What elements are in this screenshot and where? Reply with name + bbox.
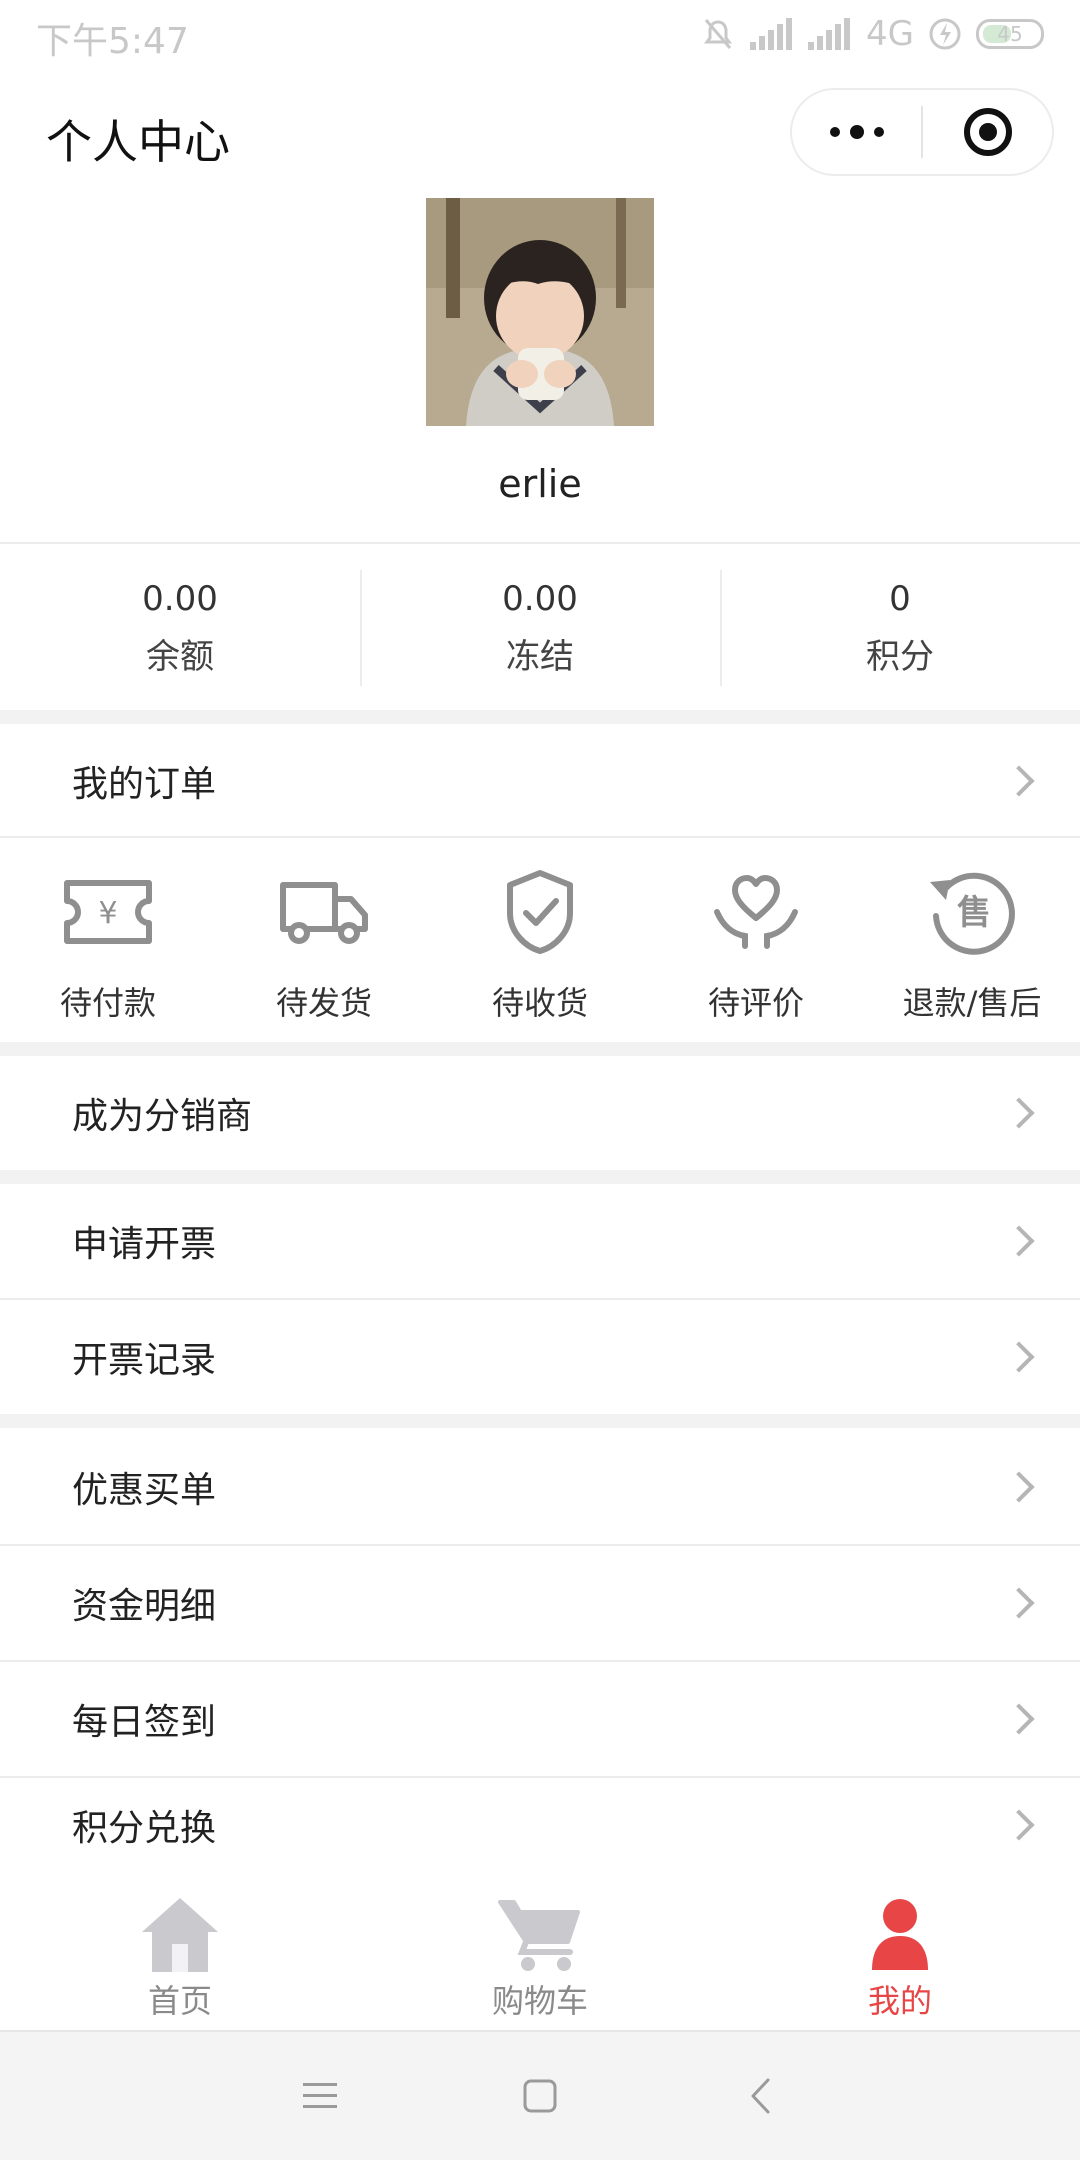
order-label: 待发货 [275,984,372,1022]
tab-label: 我的 [867,1982,932,2020]
account-stats: 0.00 余额 0.00 冻结 0 积分 [0,546,1080,710]
order-pending-shipment[interactable]: 待发货 [216,838,432,1042]
stat-balance[interactable]: 0.00 余额 [0,546,360,710]
page-title: 个人中心 [46,115,230,169]
order-status-grid: ¥ 待付款 待发货 待收货 待评价 售 退款/售后 [0,838,1080,1042]
row-label: 优惠买单 [72,1470,217,1511]
order-label: 退款/售后 [902,984,1042,1022]
chevron-right-icon [1003,1341,1035,1373]
square-home-icon [523,2079,557,2113]
fund-details-row[interactable]: 资金明细 [0,1546,1080,1660]
order-label: 待收货 [491,984,588,1022]
battery-icon: 45 [976,19,1044,49]
stat-label: 冻结 [506,636,574,677]
distributor-row[interactable]: 成为分销商 [0,1056,1080,1170]
tab-cart[interactable]: 购物车 [360,1872,720,2030]
discount-bill-row[interactable]: 优惠买单 [0,1430,1080,1544]
row-label: 申请开票 [72,1224,217,1265]
stat-value: 0 [889,578,911,619]
tab-home[interactable]: 首页 [0,1872,360,2030]
points-exchange-row[interactable]: 积分兑换 [0,1778,1080,1872]
order-refund-aftersale[interactable]: 售 退款/售后 [864,838,1080,1042]
cart-icon [498,1896,582,1972]
stat-points[interactable]: 0 积分 [720,546,1080,710]
network-type: 4G [866,14,914,54]
order-icon-glyph: 售 [957,893,991,933]
row-label: 资金明细 [72,1586,217,1627]
row-label: 成为分销商 [72,1096,253,1137]
more-dots-icon [829,125,884,139]
status-time: 下午5:47 [36,21,189,62]
status-bar: 下午5:47 4G 45 [0,0,1080,68]
chevron-right-icon [1003,1587,1035,1619]
home-button[interactable] [510,2066,570,2126]
stat-label: 余额 [146,636,214,677]
invoice-records-row[interactable]: 开票记录 [0,1300,1080,1414]
target-close-icon [963,108,1012,156]
system-nav-bar [0,2030,1080,2160]
avatar-photo [426,198,654,426]
stat-frozen[interactable]: 0.00 冻结 [360,546,720,710]
tab-label: 首页 [147,1982,212,2020]
tab-mine[interactable]: 我的 [720,1872,1080,2030]
battery-level: 45 [997,22,1023,46]
section-gap [0,710,1080,724]
more-button[interactable] [792,90,921,174]
chevron-right-icon [1003,1471,1035,1503]
heart-hands-icon [708,864,804,960]
back-button[interactable] [730,2066,790,2126]
nav-header: 个人中心 [0,68,1080,198]
close-miniprogram-button[interactable] [923,90,1052,174]
row-label: 每日签到 [72,1702,217,1743]
user-icon [858,1896,942,1972]
stat-value: 0.00 [502,578,578,619]
tab-label: 购物车 [491,1982,588,2020]
shield-check-icon [492,864,588,960]
chevron-right-icon [1003,765,1035,797]
payment-ticket-icon: ¥ [60,864,156,960]
order-pending-payment[interactable]: ¥ 待付款 [0,838,216,1042]
stat-label: 积分 [866,636,934,677]
chevron-right-icon [1003,1097,1035,1129]
signal-icon [750,18,793,50]
chevron-right-icon [1003,1809,1035,1841]
avatar[interactable] [426,198,654,426]
order-label: 待付款 [59,984,156,1022]
order-label: 待评价 [707,984,804,1022]
truck-icon [276,864,372,960]
divider [0,542,1080,544]
order-icon-glyph: ¥ [98,896,117,931]
chevron-right-icon [1003,1225,1035,1257]
stat-value: 0.00 [142,578,218,619]
charging-icon [929,18,961,50]
signal-icon-2 [808,18,851,50]
section-gap [0,1170,1080,1184]
daily-checkin-row[interactable]: 每日签到 [0,1662,1080,1776]
miniprogram-capsule [790,88,1054,176]
row-label: 积分兑换 [72,1808,217,1849]
section-gap [0,1042,1080,1056]
status-icons: 4G 45 [700,12,1044,56]
chevron-right-icon [1003,1703,1035,1735]
my-orders-row[interactable]: 我的订单 [0,724,1080,838]
menu-button[interactable] [290,2066,350,2126]
refund-aftersale-icon: 售 [924,864,1020,960]
menu-lines-icon [303,2083,337,2108]
back-chevron-icon [751,2078,770,2114]
row-label: 开票记录 [72,1340,217,1381]
order-pending-review[interactable]: 待评价 [648,838,864,1042]
mute-icon [704,19,733,49]
home-icon [138,1896,222,1972]
apply-invoice-row[interactable]: 申请开票 [0,1184,1080,1298]
username: erlie [498,462,582,506]
row-label: 我的订单 [72,764,217,805]
section-gap [0,1414,1080,1428]
tab-bar: 首页 购物车 我的 [0,1872,1080,2030]
order-pending-receipt[interactable]: 待收货 [432,838,648,1042]
